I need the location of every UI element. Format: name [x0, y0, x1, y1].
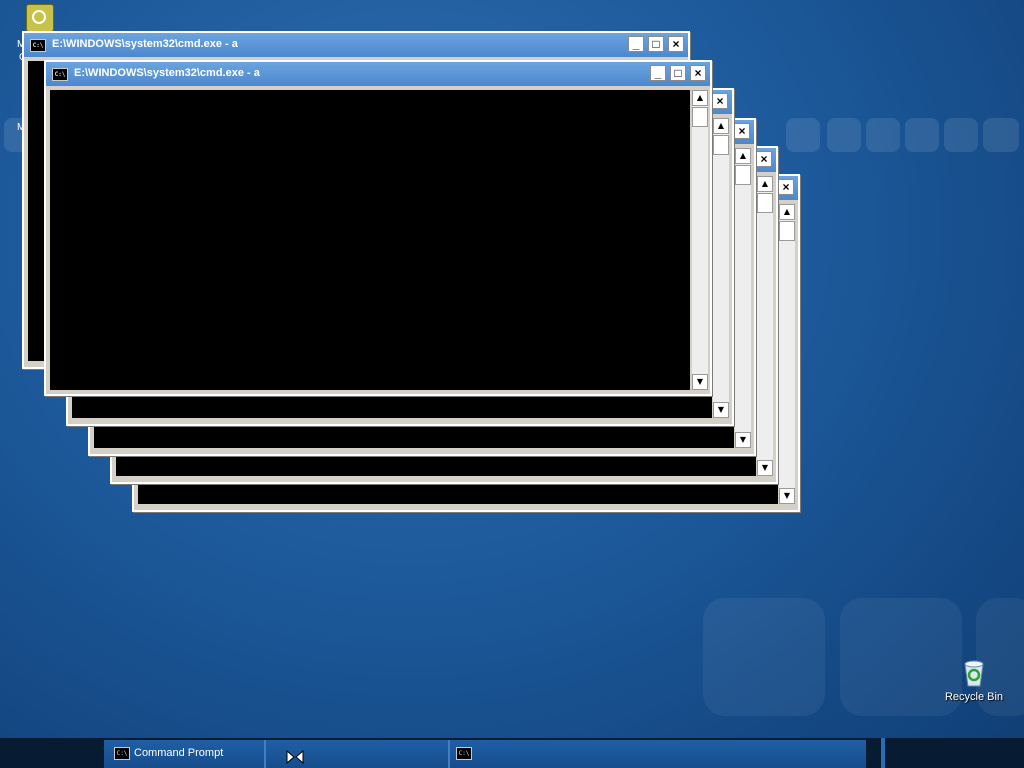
desktop-shortcut-icon[interactable] [26, 4, 54, 32]
cmd-icon: C:\ [52, 68, 68, 81]
close-button[interactable]: × [668, 36, 684, 52]
scroll-up-button[interactable]: ▲ [692, 90, 708, 106]
scroll-up-button[interactable]: ▲ [713, 118, 729, 134]
recycle-bin-icon [964, 660, 984, 687]
minimize-button[interactable]: _ [650, 65, 666, 81]
maximize-button[interactable]: □ [670, 65, 686, 81]
vertical-scrollbar[interactable]: ▲ ▼ [692, 90, 708, 390]
scroll-up-button[interactable]: ▲ [735, 148, 751, 164]
scrollbar-thumb[interactable] [757, 193, 773, 213]
desktop-tile [944, 118, 978, 152]
desktop-tile [827, 118, 861, 152]
taskbar-button-cmd[interactable]: C:\ [450, 742, 570, 764]
cmd-icon: C:\ [30, 39, 46, 52]
scroll-down-button[interactable]: ▼ [779, 488, 795, 504]
taskbar-button-label: Command Prompt [134, 747, 224, 759]
scrollbar-thumb[interactable] [713, 135, 729, 155]
close-button[interactable]: × [778, 179, 794, 195]
vertical-scrollbar[interactable]: ▲ ▼ [757, 176, 773, 476]
maximize-button[interactable]: □ [648, 36, 664, 52]
vertical-scrollbar[interactable]: ▲ ▼ [713, 118, 729, 418]
window-title-bar[interactable]: C:\ E:\WINDOWS\system32\cmd.exe - a _ □ … [24, 33, 688, 57]
desktop-tile [905, 118, 939, 152]
desktop-tile [786, 118, 820, 152]
scroll-up-button[interactable]: ▲ [779, 204, 795, 220]
vertical-scrollbar[interactable]: ▲ ▼ [779, 204, 795, 504]
close-button[interactable]: × [734, 123, 750, 139]
scroll-down-button[interactable]: ▼ [757, 460, 773, 476]
window-title: E:\WINDOWS\system32\cmd.exe - a [52, 38, 238, 50]
recycle-bin-label: Recycle Bin [944, 691, 1004, 703]
scroll-down-button[interactable]: ▼ [692, 374, 708, 390]
close-button[interactable]: × [756, 151, 772, 167]
desktop-tile [703, 598, 825, 716]
console-output[interactable] [50, 90, 690, 390]
taskbar-separator [264, 740, 266, 768]
scrollbar-thumb[interactable] [692, 107, 708, 127]
vertical-scrollbar[interactable]: ▲ ▼ [735, 148, 751, 448]
close-button[interactable]: × [712, 93, 728, 109]
desktop-tile [983, 118, 1019, 152]
scroll-down-button[interactable]: ▼ [735, 432, 751, 448]
scrollbar-thumb[interactable] [735, 165, 751, 185]
window-title-bar[interactable]: C:\ E:\WINDOWS\system32\cmd.exe - a _ □ … [46, 62, 710, 86]
desktop-tile [866, 118, 900, 152]
close-button[interactable]: × [690, 65, 706, 81]
scroll-up-button[interactable]: ▲ [757, 176, 773, 192]
system-tray-edge [881, 738, 885, 768]
recycle-bin-shortcut[interactable]: Recycle Bin [938, 656, 1010, 703]
scroll-down-button[interactable]: ▼ [713, 402, 729, 418]
cmd-window-active[interactable]: C:\ E:\WINDOWS\system32\cmd.exe - a _ □ … [44, 60, 712, 396]
mouse-cursor-icon [286, 750, 304, 764]
cmd-icon: C:\ [456, 746, 472, 760]
minimize-button[interactable]: _ [628, 36, 644, 52]
taskbar-button-command-prompt[interactable]: C:\ Command Prompt [104, 742, 264, 764]
scrollbar-thumb[interactable] [779, 221, 795, 241]
window-title: E:\WINDOWS\system32\cmd.exe - a [74, 67, 260, 79]
cmd-icon: C:\ [114, 746, 130, 760]
